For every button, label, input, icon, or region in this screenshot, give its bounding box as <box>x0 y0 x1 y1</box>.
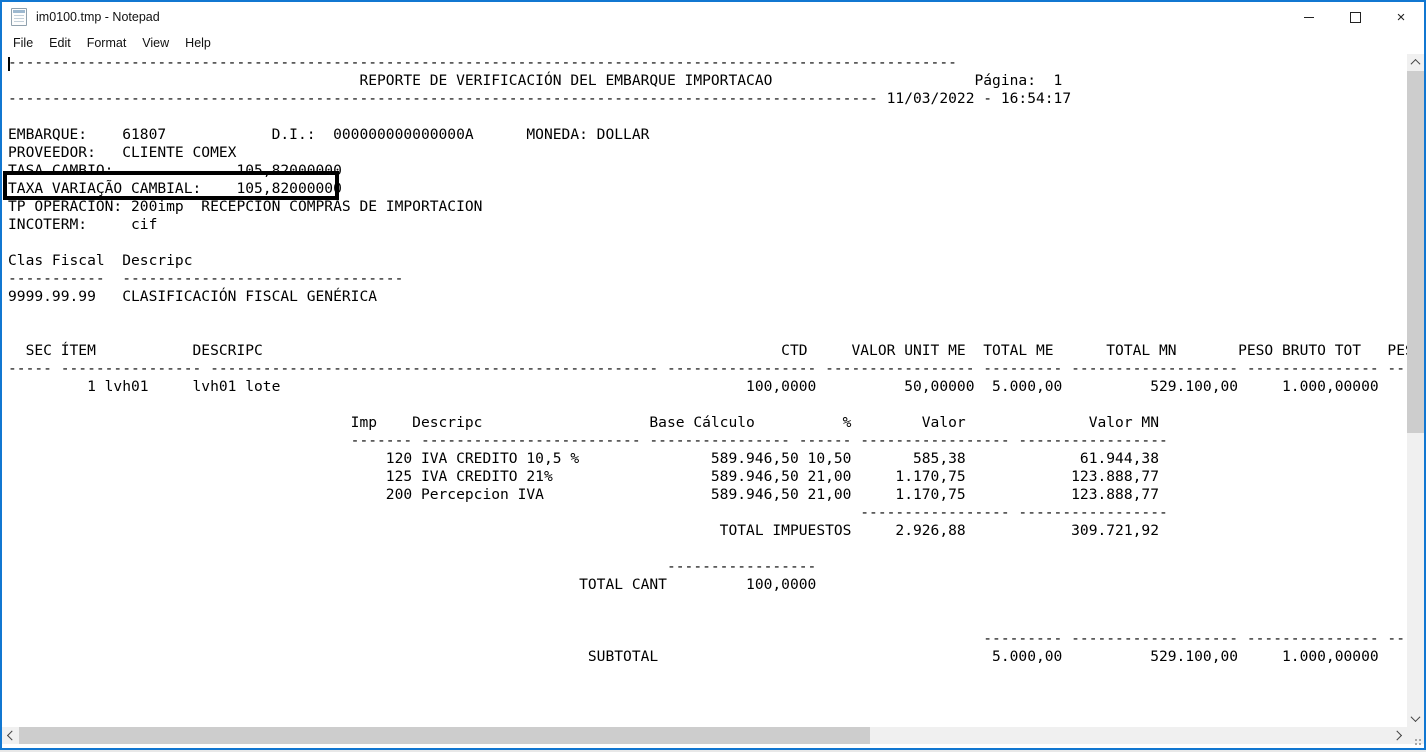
menu-item-edit[interactable]: Edit <box>41 33 79 53</box>
vertical-scrollbar[interactable] <box>1407 54 1424 727</box>
close-icon: × <box>1396 8 1406 26</box>
chevron-right-icon <box>1392 730 1403 741</box>
window-title: im0100.tmp - Notepad <box>36 10 160 24</box>
text-editor[interactable]: ----------------------------------------… <box>2 54 1407 727</box>
maximize-button[interactable] <box>1332 2 1378 32</box>
notepad-window: im0100.tmp - Notepad × File Edit Format … <box>0 0 1426 750</box>
scroll-right-button[interactable] <box>1390 727 1407 744</box>
document-text: ----------------------------------------… <box>8 54 1407 665</box>
horizontal-scroll-thumb[interactable] <box>19 727 870 744</box>
window-controls: × <box>1286 2 1424 32</box>
minimize-icon <box>1304 16 1314 18</box>
resize-grip[interactable] <box>1407 727 1424 744</box>
titlebar[interactable]: im0100.tmp - Notepad × <box>2 2 1424 32</box>
notepad-icon <box>11 8 27 26</box>
scroll-left-button[interactable] <box>2 727 19 744</box>
menubar: File Edit Format View Help <box>2 32 1424 54</box>
menu-item-help[interactable]: Help <box>177 33 219 53</box>
scroll-up-button[interactable] <box>1407 54 1424 71</box>
menu-item-view[interactable]: View <box>134 33 177 53</box>
chevron-left-icon <box>6 730 17 741</box>
menu-item-format[interactable]: Format <box>79 33 135 53</box>
maximize-icon <box>1349 11 1361 23</box>
chevron-up-icon <box>1410 58 1421 69</box>
text-caret <box>8 57 10 71</box>
resize-grip-icon <box>1419 739 1421 741</box>
horizontal-scrollbar[interactable] <box>2 727 1407 744</box>
minimize-button[interactable] <box>1286 2 1332 32</box>
close-button[interactable]: × <box>1378 2 1424 32</box>
vertical-scroll-thumb[interactable] <box>1407 71 1424 433</box>
chevron-down-icon <box>1410 712 1421 723</box>
menu-item-file[interactable]: File <box>5 33 41 53</box>
scroll-down-button[interactable] <box>1407 710 1424 727</box>
